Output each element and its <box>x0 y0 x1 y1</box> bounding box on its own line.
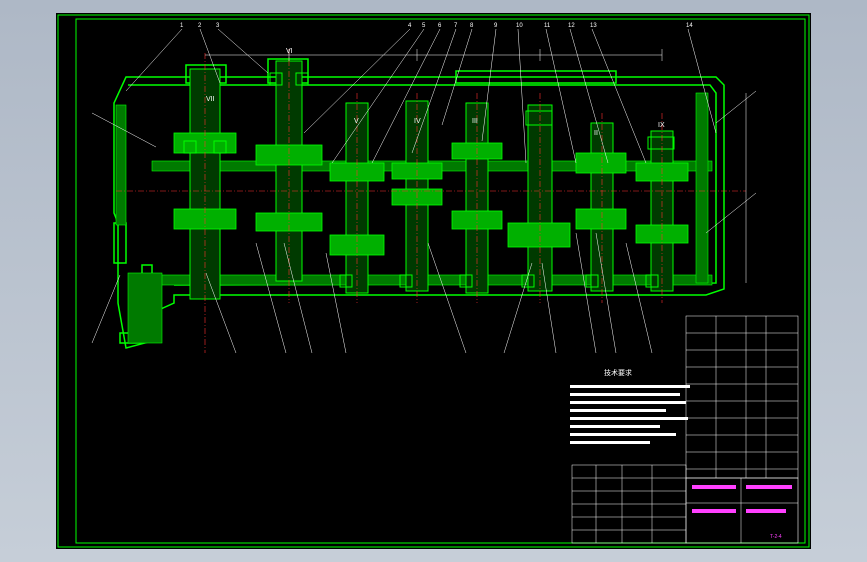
svg-text:13: 13 <box>590 23 597 29</box>
title-block: T-2-4 <box>685 477 799 544</box>
technical-requirements-title: 技术要求 <box>604 368 632 377</box>
svg-text:3: 3 <box>216 23 220 29</box>
cad-viewport[interactable]: 1 2 3 4 5 6 7 8 9 10 11 12 13 14 VII VI … <box>0 0 867 562</box>
shaft-label-iii: III <box>472 118 478 125</box>
svg-text:6: 6 <box>438 23 442 29</box>
svg-text:14: 14 <box>686 23 693 29</box>
svg-text:10: 10 <box>516 23 523 29</box>
shaft-label-v: V <box>354 118 359 125</box>
shaft-label-ii: II <box>594 130 598 137</box>
svg-text:8: 8 <box>470 23 474 29</box>
parts-list-right <box>685 315 799 479</box>
svg-text:2: 2 <box>198 23 202 29</box>
shaft-label-vii: VII <box>206 96 215 103</box>
drawing-number: T-2-4 <box>770 534 782 540</box>
svg-text:1: 1 <box>180 23 184 29</box>
shafts <box>189 60 674 300</box>
svg-text:7: 7 <box>454 23 458 29</box>
svg-text:5: 5 <box>422 23 426 29</box>
gearbox-assembly-drawing: 1 2 3 4 5 6 7 8 9 10 11 12 13 14 VII VI … <box>57 14 810 548</box>
parts-list-bottom <box>571 464 687 544</box>
technical-requirements: 技术要求 <box>570 368 690 444</box>
svg-text:12: 12 <box>568 23 575 29</box>
shaft-label-iv: IV <box>414 118 421 125</box>
shaft-label-ix: IX <box>658 122 665 129</box>
svg-text:4: 4 <box>408 23 412 29</box>
svg-text:9: 9 <box>494 23 498 29</box>
callouts: 1 2 3 4 5 6 7 8 9 10 11 12 13 14 <box>180 23 693 29</box>
shaft-label-vi: VI <box>286 48 293 55</box>
drawing-sheet: 1 2 3 4 5 6 7 8 9 10 11 12 13 14 VII VI … <box>56 13 811 549</box>
svg-text:11: 11 <box>544 23 551 29</box>
